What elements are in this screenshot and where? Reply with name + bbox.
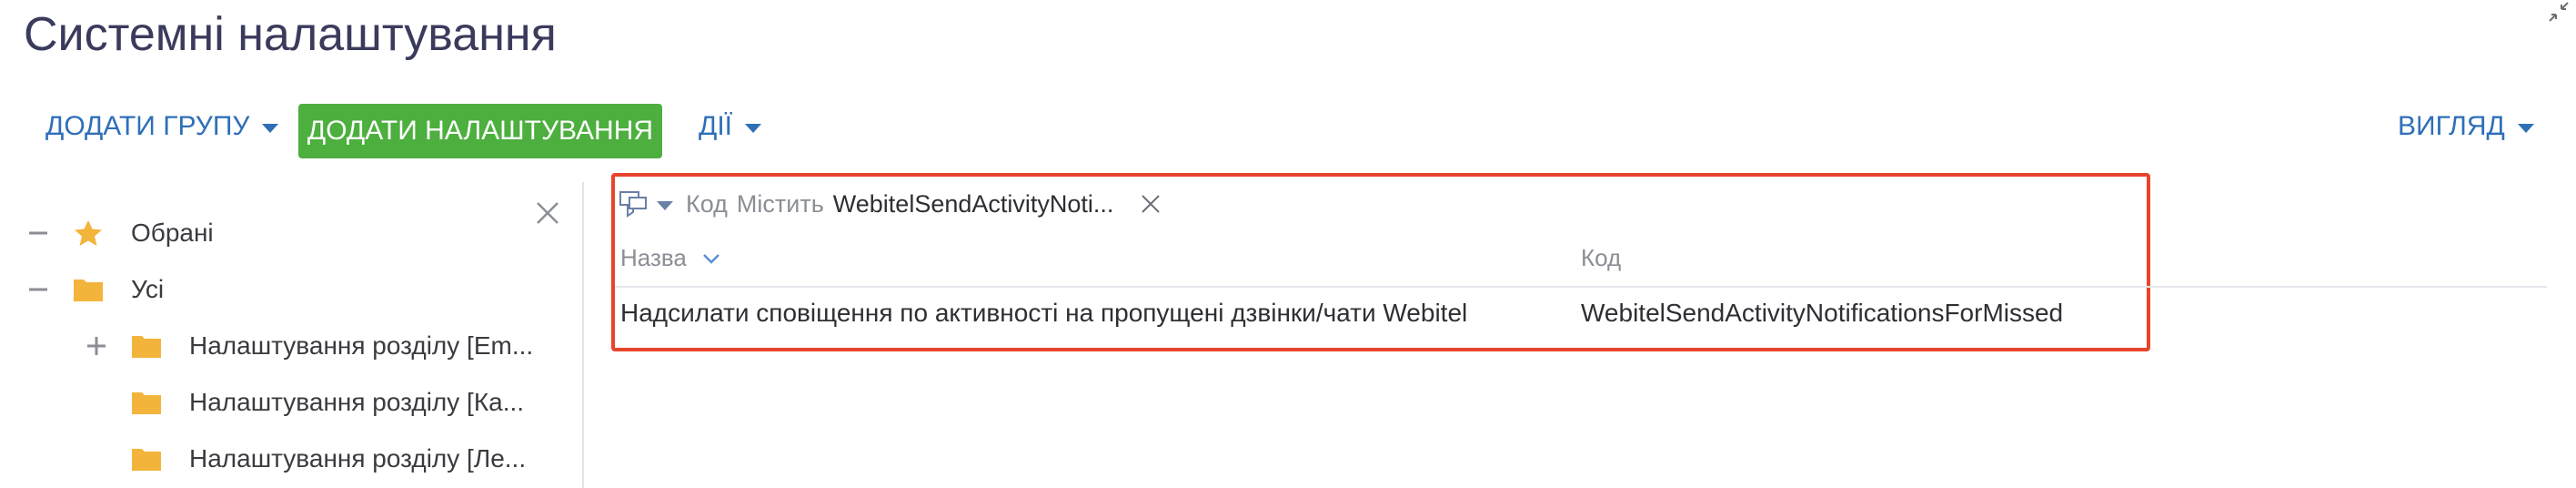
filter-row: Код Містить WebitelSendActivityNoti...: [619, 186, 1161, 222]
header-divider: [615, 286, 2547, 288]
add-group-label: ДОДАТИ ГРУПУ: [45, 111, 250, 141]
system-settings-page: Системні налаштування ДОДАТИ ГРУПУ ДОДАТ…: [0, 0, 2576, 488]
cell-name[interactable]: Надсилати сповіщення по активності на пр…: [620, 299, 1467, 328]
folder-icon: [132, 392, 161, 414]
collapse-toggle-icon[interactable]: [27, 279, 49, 300]
column-header-code[interactable]: Код: [1581, 244, 1621, 272]
filter-operator[interactable]: Містить: [737, 190, 824, 219]
actions-label: ДІЇ: [699, 111, 732, 141]
folder-icon: [132, 449, 161, 471]
folder-icon: [132, 336, 161, 358]
sidebar-item-label: Налаштування розділу [Ка...: [189, 388, 525, 416]
actions-button[interactable]: ДІЇ: [699, 111, 761, 142]
sidebar-item-folder[interactable]: Налаштування розділу [Ле...: [131, 441, 526, 477]
remove-filter-icon[interactable]: [1141, 194, 1161, 214]
column-header-label: Назва: [620, 244, 687, 271]
sidebar-item-all[interactable]: Усі: [73, 271, 164, 308]
add-group-button[interactable]: ДОДАТИ ГРУПУ: [45, 111, 279, 142]
collapse-toggle-icon[interactable]: [27, 222, 49, 244]
add-setting-button[interactable]: ДОДАТИ НАЛАШТУВАННЯ: [298, 104, 662, 158]
folder-tree-panel: Обрані Усі Налаштування розділу [Em... Н…: [0, 182, 584, 488]
view-button[interactable]: ВИГЛЯД: [2398, 111, 2534, 142]
view-label: ВИГЛЯД: [2398, 111, 2505, 141]
sidebar-item-folder[interactable]: Налаштування розділу [Ка...: [131, 384, 524, 421]
star-icon: [75, 220, 102, 246]
column-header-name[interactable]: Назва: [620, 244, 721, 272]
filter-icon[interactable]: [619, 188, 649, 219]
chevron-down-icon: [745, 124, 761, 133]
sidebar-item-label: Усі: [131, 275, 165, 303]
page-title: Системні налаштування: [24, 8, 557, 61]
sidebar-item-favorites[interactable]: Обрані: [73, 215, 214, 251]
chevron-down-icon: [262, 124, 279, 133]
collapse-icon[interactable]: [2547, 0, 2571, 24]
chevron-down-icon: [2517, 124, 2534, 133]
folder-icon: [74, 280, 103, 301]
sidebar-item-folder[interactable]: Налаштування розділу [Em...: [131, 328, 533, 364]
sort-chevron-icon: [702, 253, 719, 264]
sidebar-item-label: Налаштування розділу [Em...: [189, 331, 534, 360]
chevron-down-icon[interactable]: [657, 201, 673, 210]
column-header-label: Код: [1581, 244, 1622, 271]
filter-value[interactable]: WebitelSendActivityNoti...: [833, 190, 1114, 219]
filter-column[interactable]: Код: [686, 190, 728, 219]
expand-toggle-icon[interactable]: [86, 335, 107, 357]
sidebar-item-label: Обрані: [131, 219, 214, 247]
cell-code[interactable]: WebitelSendActivityNotificationsForMisse…: [1581, 299, 2063, 328]
close-icon[interactable]: [535, 200, 560, 226]
sidebar-item-label: Налаштування розділу [Ле...: [189, 444, 527, 473]
